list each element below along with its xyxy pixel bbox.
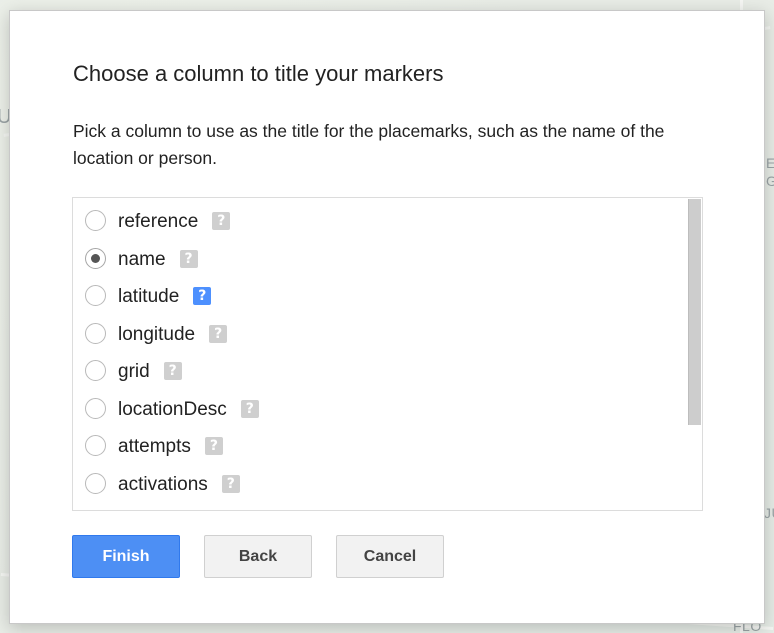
radio-button[interactable] — [85, 210, 106, 231]
cancel-button[interactable]: Cancel — [336, 535, 444, 578]
column-label: grid — [118, 361, 150, 382]
help-icon[interactable]: ? — [209, 324, 228, 343]
map-label: E — [766, 155, 774, 171]
help-icon[interactable]: ? — [221, 474, 240, 493]
radio-button[interactable] — [85, 435, 106, 456]
column-label: attempts — [118, 436, 191, 457]
help-icon[interactable]: ? — [193, 287, 212, 305]
column-option-attempts[interactable]: attempts? — [73, 429, 673, 463]
column-label: name — [118, 248, 166, 270]
column-option-longitude[interactable]: longitude? — [73, 317, 673, 351]
column-label: latitude — [118, 286, 180, 307]
radio-button[interactable] — [85, 360, 106, 381]
help-icon[interactable]: ? — [212, 212, 231, 230]
map-label: JU — [764, 505, 774, 521]
column-option-latitude[interactable]: latitude? — [73, 279, 673, 313]
radio-button[interactable] — [85, 247, 106, 269]
back-button[interactable]: Back — [204, 535, 312, 578]
radio-button[interactable] — [85, 285, 106, 306]
radio-button[interactable] — [85, 322, 106, 344]
column-option-reference[interactable]: reference? — [73, 204, 673, 238]
help-icon[interactable]: ? — [179, 249, 198, 268]
help-icon[interactable]: ? — [204, 437, 223, 455]
column-option-activations[interactable]: activations? — [73, 467, 673, 501]
radio-button[interactable] — [85, 472, 106, 494]
dialog-description: Pick a column to use as the title for th… — [73, 121, 665, 168]
choose-title-column-dialog: Choose a column to title your markers Pi… — [9, 10, 765, 624]
column-option-locationdesc[interactable]: locationDesc? — [73, 392, 673, 426]
column-label: activations — [118, 473, 208, 495]
map-label: G — [766, 173, 774, 189]
help-icon[interactable]: ? — [163, 362, 182, 380]
dialog-title: Choose a column to title your markers — [73, 61, 444, 86]
finish-button[interactable]: Finish — [72, 535, 180, 578]
help-icon[interactable]: ? — [240, 399, 259, 418]
column-list: reference? name? latitude? longitude? grid? l… — [72, 197, 703, 511]
radio-button[interactable] — [85, 397, 106, 419]
column-option-grid[interactable]: grid? — [73, 354, 673, 388]
column-label: reference — [118, 211, 199, 232]
column-option-name[interactable]: name? — [73, 242, 673, 276]
column-label: locationDesc — [118, 398, 227, 420]
column-label: longitude — [118, 323, 196, 345]
scrollbar-thumb[interactable] — [688, 199, 701, 425]
